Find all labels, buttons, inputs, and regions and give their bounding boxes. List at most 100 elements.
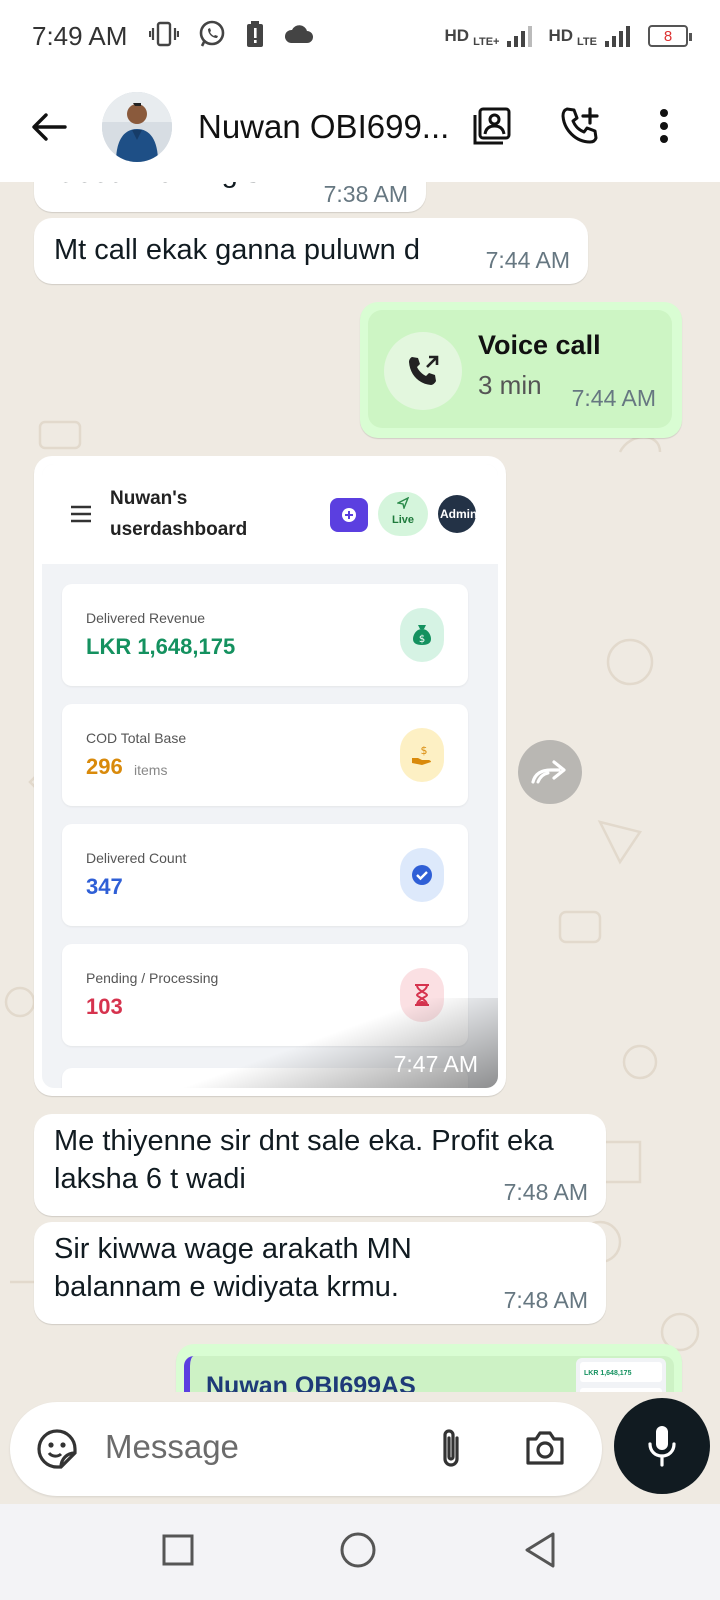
message-time: 7:44 AM [571,385,656,411]
recents-button[interactable] [162,1534,194,1571]
more-options-button[interactable] [638,100,690,152]
battery-indicator: 8 [648,25,692,47]
status-time: 7:49 AM [32,20,128,51]
dashboard-topbar: Nuwan's userdashboard Live Admin [42,464,498,564]
stat-card-delivered-revenue: Delivered Revenue LKR 1,648,175 $ [62,584,468,686]
add-call-button[interactable] [554,100,606,152]
avatar[interactable] [102,92,172,162]
reply-message-bubble[interactable]: Nuwan OBI699AS LKR 1,648,175 [176,1344,682,1392]
dashboard-title-line1: Nuwan's [110,488,188,509]
check-circle-icon [400,848,444,902]
message-time: 7:48 AM [503,1287,588,1313]
message-time: 7:48 AM [503,1179,588,1205]
battery-alert-icon [245,20,265,53]
status-right: HD LTE+ HD LTE 8 [444,24,692,48]
home-circle-icon [340,1532,376,1568]
stat-value: LKR 1,648,175 [86,634,236,659]
stat-label: Delivered Revenue [86,610,206,626]
forward-button[interactable] [518,740,582,804]
chat-header: Nuwan OBI699... [0,72,720,182]
attach-button[interactable] [436,1426,466,1477]
stat-label: COD Total Base [86,730,187,746]
recents-square-icon [162,1534,194,1566]
sticker-icon [37,1429,77,1469]
svg-text:$: $ [421,744,428,757]
system-nav-bar [0,1504,720,1600]
message-bubble-in[interactable]: Mt call ekak ganna puluwn d 7:44 AM [34,218,588,284]
plus-circle-icon [342,508,356,522]
signal-bars-1-icon [507,25,533,47]
dashboard-title: Nuwan's userdashboard [110,483,290,545]
stat-card-cod-total: COD Total Base 296 items $ [62,704,468,806]
stat-card-delivered-count: Delivered Count 347 [62,824,468,926]
chat-area[interactable]: Good Morning sir 7:38 AM Mt call ekak ga… [0,182,720,1392]
quoted-thumbnail: LKR 1,648,175 [576,1358,666,1392]
network-type-1: LTE+ [473,36,500,48]
stat-value: 347 [86,874,123,899]
status-icons [149,19,314,54]
quoted-message[interactable]: Nuwan OBI699AS LKR 1,648,175 [184,1356,674,1392]
message-time: 7:47 AM [393,1051,478,1077]
thumb-card [580,1388,662,1392]
network-label-1: HD [444,26,470,45]
stat-label: Delivered Count [86,850,187,866]
voice-call-duration: 3 min [478,370,542,400]
voice-call-bubble[interactable]: Voice call 3 min 7:44 AM [360,302,682,438]
attach-icon [443,1429,459,1467]
dashboard-screenshot[interactable]: Nuwan's userdashboard Live Admin Deliver… [42,464,498,1088]
status-bar: 7:49 AM HD LTE+ HD LTE 8 [0,0,720,72]
more-vert-icon [660,109,668,143]
vibrate-icon [149,21,180,52]
stat-value: 296 [86,754,123,779]
stat-label: Pending / Processing [86,970,219,986]
signal-bars-2-icon [605,25,630,47]
cloud-icon [283,23,314,50]
voice-record-button[interactable] [614,1398,710,1494]
message-text: Me thiyenne sir dnt sale eka. Profit eka… [54,1125,554,1195]
message-bubble-in[interactable]: Good Morning sir 7:38 AM [34,182,426,212]
sticker-button[interactable] [36,1428,78,1475]
camera-button[interactable] [524,1430,566,1471]
network-type-2: LTE [577,36,597,48]
svg-text:$: $ [419,634,425,645]
home-button[interactable] [340,1532,376,1573]
back-button[interactable] [24,102,74,152]
message-composer[interactable]: Message [10,1402,602,1496]
call-icon-circle [384,332,462,410]
message-input[interactable]: Message [105,1428,239,1466]
dashboard-title-line2: userdashboard [110,519,248,540]
message-time: 7:38 AM [323,182,408,207]
back-arrow-icon [32,113,67,141]
send-icon [395,496,410,511]
cash-hand-icon: $ [400,728,444,782]
forward-icon [531,760,566,784]
message-bubble-in[interactable]: Me thiyenne sir dnt sale eka. Profit eka… [34,1114,606,1216]
contact-card-icon [473,107,511,145]
message-time: 7:44 AM [485,247,570,273]
thumb-card: LKR 1,648,175 [580,1362,662,1382]
whatsapp-icon [197,19,227,54]
admin-avatar: Admin [438,495,476,533]
message-bubble-in[interactable]: Sir kiwwa wage arakath MN balannam e wid… [34,1222,606,1324]
stat-suffix: items [134,762,168,778]
hamburger-menu-icon [71,505,91,523]
add-call-icon [561,107,599,144]
contact-name[interactable]: Nuwan OBI699... [198,108,448,146]
mic-icon [648,1426,676,1467]
network-label-2: HD [548,26,574,45]
live-badge: Live [378,492,428,536]
outgoing-call-icon [409,355,439,385]
quoted-name: Nuwan OBI699AS [206,1372,416,1392]
message-text: Good Morning sir [54,182,276,192]
nav-back-button[interactable] [524,1532,556,1573]
message-text: Sir kiwwa wage arakath MN balannam e wid… [54,1233,412,1303]
camera-icon [526,1431,564,1465]
contact-card-button[interactable] [466,100,518,152]
image-message-bubble[interactable]: Nuwan's userdashboard Live Admin Deliver… [34,456,506,1096]
add-button [330,498,368,532]
message-text: Mt call ekak ganna puluwn d [54,234,420,266]
battery-level: 8 [663,27,673,45]
money-bag-icon: $ [400,608,444,662]
live-label: Live [391,514,414,526]
voice-call-title: Voice call [478,330,601,360]
